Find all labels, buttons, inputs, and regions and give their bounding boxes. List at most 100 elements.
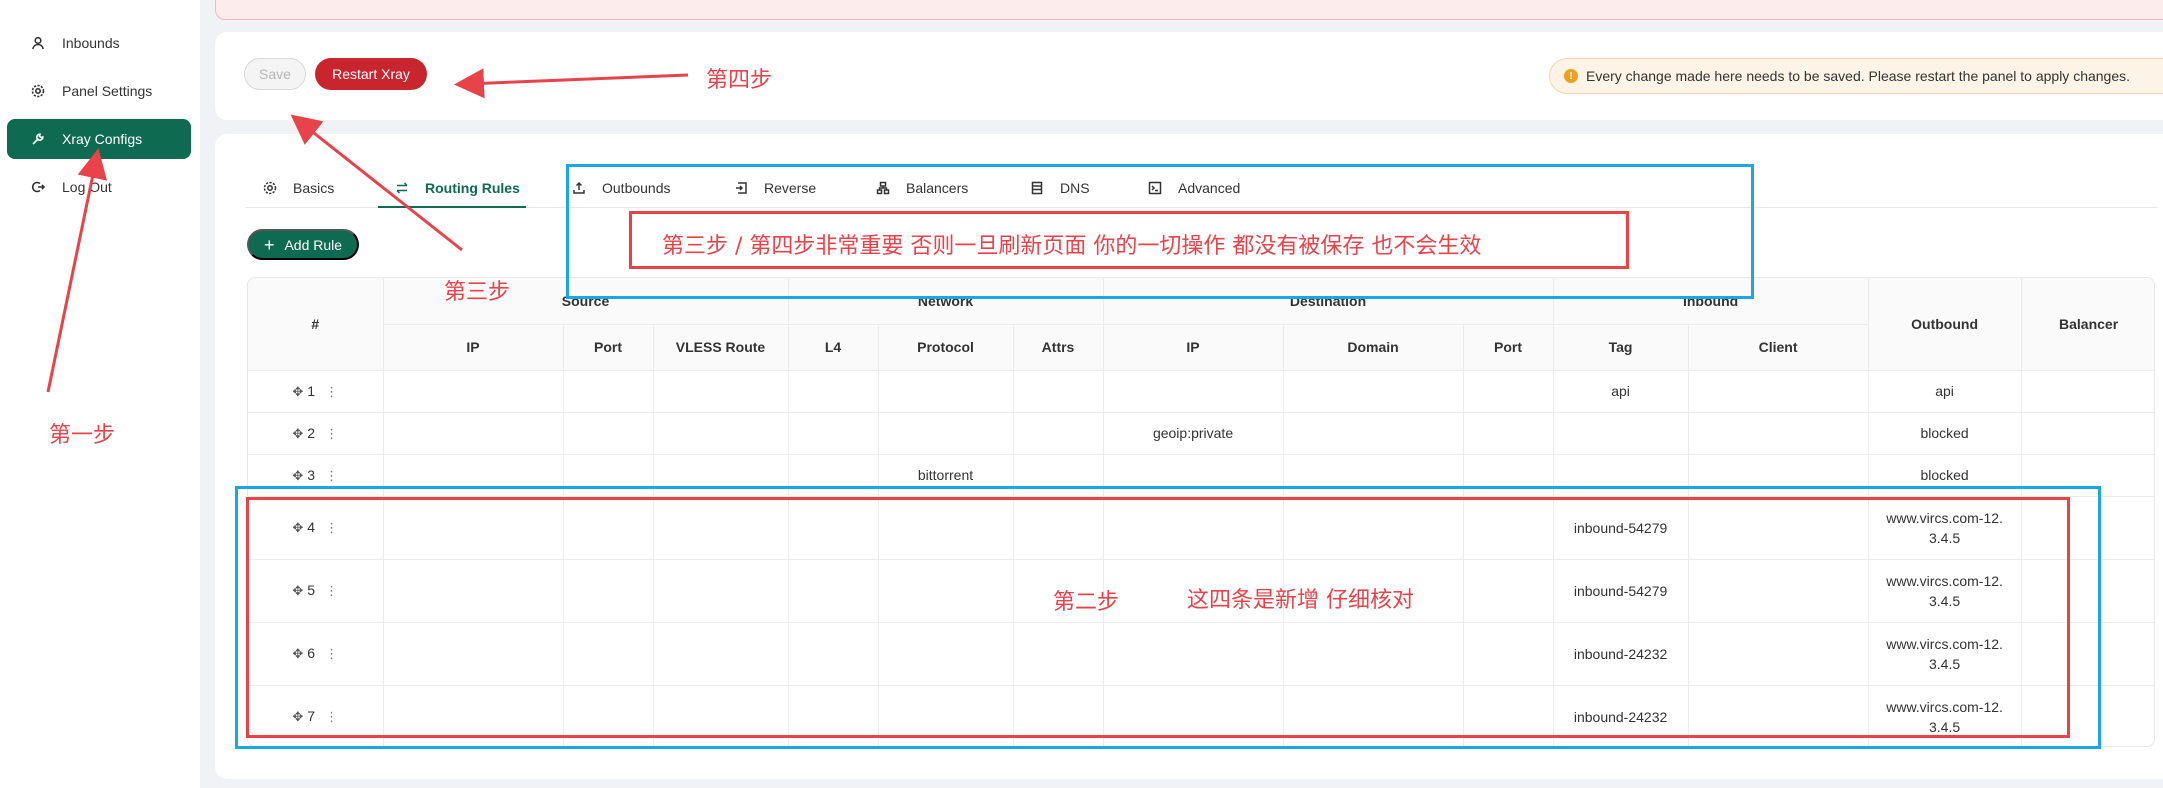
- sidebar-item-inbounds[interactable]: Inbounds: [7, 23, 191, 63]
- header-attrs: Attrs: [1013, 324, 1104, 371]
- cell-protocol: [878, 559, 1014, 623]
- cell-outbound: blocked: [1868, 412, 2022, 455]
- logout-icon: [30, 179, 46, 195]
- tab-basics[interactable]: Basics: [263, 176, 334, 200]
- drag-handle-icon[interactable]: ✥: [292, 426, 303, 442]
- restart-xray-button[interactable]: Restart Xray: [315, 58, 427, 90]
- add-rule-button[interactable]: + Add Rule: [247, 229, 359, 260]
- cell-outbound: blocked: [1868, 454, 2022, 497]
- cell-tag: [1553, 412, 1689, 455]
- tab-outbounds[interactable]: Outbounds: [572, 176, 671, 200]
- tab-label: Outbounds: [602, 180, 671, 196]
- tab-balancers[interactable]: Balancers: [876, 176, 968, 200]
- cell-protocol: [878, 412, 1014, 455]
- cell-protocol: [878, 496, 1014, 560]
- cell-outbound: api: [1868, 370, 2022, 413]
- header-dest-port: Port: [1463, 324, 1554, 371]
- drag-handle-icon[interactable]: ✥: [292, 384, 303, 400]
- save-warning-alert: ! Every change made here needs to be sav…: [1549, 58, 2163, 94]
- cell-protocol: [878, 685, 1014, 746]
- header-tag: Tag: [1553, 324, 1689, 371]
- table-row[interactable]: ✥ 7 ⋮ inbound-24232 www.vircs.com-12.3.4.5: [248, 685, 2154, 746]
- database-icon: [1030, 181, 1044, 195]
- header-protocol: Protocol: [878, 324, 1014, 371]
- header-vless-route: VLESS Route: [653, 324, 789, 371]
- cell-protocol: [878, 370, 1014, 413]
- more-icon[interactable]: ⋮: [325, 384, 338, 400]
- cell-tag: inbound-54279: [1553, 496, 1689, 560]
- more-icon[interactable]: ⋮: [325, 520, 338, 536]
- row-number: 4: [307, 519, 316, 535]
- more-icon[interactable]: ⋮: [325, 468, 338, 484]
- sidebar-item-panel-settings[interactable]: Panel Settings: [7, 71, 191, 111]
- sidebar-item-label: Log Out: [62, 179, 112, 195]
- cell-tag: inbound-54279: [1553, 559, 1689, 623]
- save-button[interactable]: Save: [244, 58, 306, 90]
- cell-tag: api: [1553, 370, 1689, 413]
- tab-dns[interactable]: DNS: [1030, 176, 1090, 200]
- drag-handle-icon[interactable]: ✥: [292, 646, 303, 662]
- row-number: 6: [307, 645, 316, 661]
- cell-tag: inbound-24232: [1553, 685, 1689, 746]
- header-source: Source: [383, 278, 789, 325]
- gear-icon: [30, 83, 46, 99]
- table-row[interactable]: ✥ 5 ⋮ inbound-54279 www.vircs.com-12.3.4.5: [248, 559, 2154, 623]
- gear-icon: [263, 181, 277, 195]
- cell-dest-ip: [1103, 370, 1284, 413]
- import-icon: [734, 181, 748, 195]
- tab-label: Basics: [293, 180, 335, 196]
- table-row[interactable]: ✥ 3 ⋮ bittorrent blocked: [248, 454, 2154, 497]
- upload-icon: [572, 181, 586, 195]
- drag-handle-icon[interactable]: ✥: [292, 468, 303, 484]
- table-row[interactable]: ✥ 2 ⋮ geoip:private blocked: [248, 412, 2154, 455]
- more-icon[interactable]: ⋮: [325, 646, 338, 662]
- header-dest-ip: IP: [1103, 324, 1284, 371]
- more-icon[interactable]: ⋮: [325, 709, 338, 725]
- sidebar-item-label: Panel Settings: [62, 83, 153, 99]
- drag-handle-icon[interactable]: ✥: [292, 583, 303, 599]
- table-row[interactable]: ✥ 1 ⋮ api api: [248, 370, 2154, 413]
- cell-outbound: www.vircs.com-12.3.4.5: [1886, 698, 2003, 735]
- drag-handle-icon[interactable]: ✥: [292, 709, 303, 725]
- header-l4: L4: [788, 324, 879, 371]
- tab-advanced[interactable]: Advanced: [1148, 176, 1240, 200]
- plus-icon: +: [263, 234, 275, 255]
- more-icon[interactable]: ⋮: [325, 426, 338, 442]
- cell-outbound: www.vircs.com-12.3.4.5: [1886, 509, 2003, 546]
- table-row[interactable]: ✥ 6 ⋮ inbound-24232 www.vircs.com-12.3.4.5: [248, 622, 2154, 686]
- row-number: 1: [307, 382, 316, 399]
- cell-dest-ip: geoip:private: [1103, 412, 1284, 455]
- header-network: Network: [788, 278, 1104, 325]
- sidebar: Inbounds Panel Settings Xray Configs Log…: [0, 0, 200, 788]
- toolbar-card: Save Restart Xray ! Every change made he…: [215, 32, 2163, 120]
- sidebar-item-xray-configs[interactable]: Xray Configs: [7, 119, 191, 159]
- more-icon[interactable]: ⋮: [325, 583, 338, 599]
- warning-icon: !: [1564, 69, 1578, 83]
- warning-text: Every change made here needs to be saved…: [1586, 68, 2131, 84]
- cell-dest-ip: [1103, 685, 1284, 746]
- header-domain: Domain: [1283, 324, 1464, 371]
- cell-protocol: [878, 622, 1014, 686]
- cell-outbound: www.vircs.com-12.3.4.5: [1886, 572, 2003, 609]
- tab-routing-rules[interactable]: Routing Rules: [395, 176, 520, 200]
- table-row[interactable]: ✥ 4 ⋮ inbound-54279 www.vircs.com-12.3.4.5: [248, 496, 2154, 560]
- header-inbound: Inbound: [1553, 278, 1869, 325]
- cell-dest-ip: [1103, 559, 1284, 623]
- code-icon: [1148, 181, 1162, 195]
- cell-dest-ip: [1103, 496, 1284, 560]
- header-source-port: Port: [563, 324, 654, 371]
- cell-protocol: bittorrent: [878, 454, 1014, 497]
- routing-rules-table: # Source Network Destination Inbound Out…: [247, 277, 2155, 747]
- row-number: 7: [307, 708, 316, 724]
- sidebar-item-log-out[interactable]: Log Out: [7, 167, 191, 207]
- drag-handle-icon[interactable]: ✥: [292, 520, 303, 536]
- tab-reverse[interactable]: Reverse: [734, 176, 816, 200]
- header-client: Client: [1688, 324, 1869, 371]
- add-rule-label: Add Rule: [284, 236, 343, 253]
- header-source-ip: IP: [383, 324, 564, 371]
- tab-bar-divider: [245, 207, 2158, 208]
- header-destination: Destination: [1103, 278, 1554, 325]
- tab-label: Reverse: [764, 180, 817, 196]
- swap-icon: [395, 181, 409, 195]
- tab-label: Routing Rules: [425, 180, 520, 196]
